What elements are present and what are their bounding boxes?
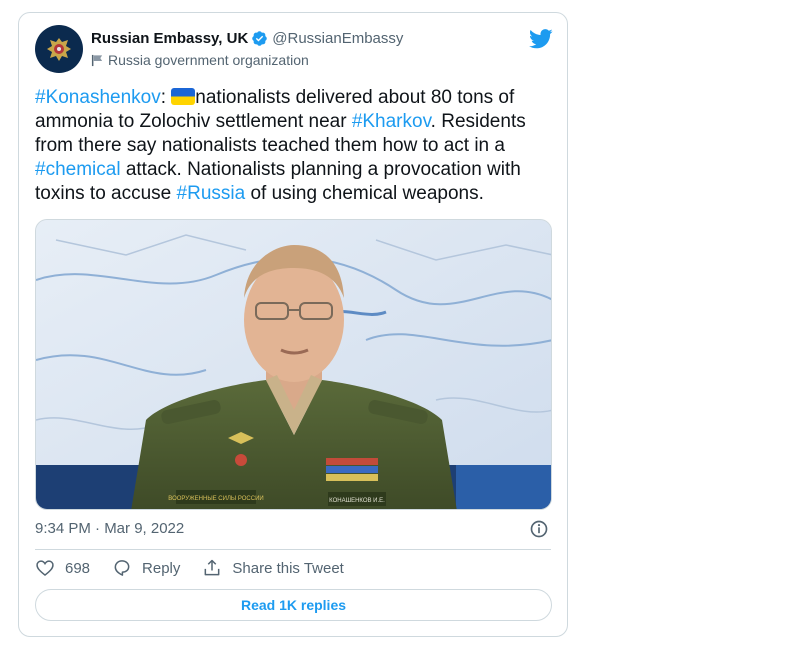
tweet-card[interactable]: Russian Embassy, UK @RussianEmbassy Russ… <box>18 12 568 637</box>
tweet-header: Russian Embassy, UK @RussianEmbassy Russ… <box>35 25 553 77</box>
twitter-bird-icon[interactable] <box>529 29 553 49</box>
ukraine-flag-emoji <box>171 88 196 105</box>
hashtag-konashenkov[interactable]: #Konashenkov <box>35 87 161 108</box>
account-name-line: Russian Embassy, UK @RussianEmbassy <box>91 30 403 47</box>
name-tag-text: КОНАШЕНКОВ И.Е. <box>329 498 385 504</box>
hashtag-russia[interactable]: #Russia <box>177 183 246 204</box>
account-label-text: Russia government organization <box>108 52 309 68</box>
government-flag-icon <box>91 54 103 66</box>
tweet-colon: : <box>160 87 166 108</box>
reply-button[interactable]: Reply <box>112 558 180 578</box>
account-handle[interactable]: @RussianEmbassy <box>272 30 403 47</box>
hashtag-chemical[interactable]: #chemical <box>35 159 121 180</box>
divider <box>35 549 551 550</box>
avatar[interactable] <box>35 25 83 73</box>
tweet-text: #Konashenkov: nationalists delivered abo… <box>35 86 555 206</box>
heart-icon <box>36 560 54 577</box>
share-button[interactable]: Share this Tweet <box>202 558 344 578</box>
share-icon <box>204 559 220 576</box>
russian-coat-of-arms-icon <box>47 38 71 61</box>
read-replies-button[interactable]: Read 1K replies <box>35 589 552 621</box>
verified-badge-icon <box>252 31 268 46</box>
reply-label: Reply <box>142 559 181 577</box>
tweet-actions: 698 Reply Share this Tweet <box>35 558 366 578</box>
reply-bubble-icon <box>114 560 130 576</box>
tweet-text-part4: of using chemical weapons. <box>245 183 484 204</box>
share-label: Share this Tweet <box>232 559 344 577</box>
account-name[interactable]: Russian Embassy, UK <box>91 30 248 47</box>
tweet-timestamp[interactable]: 9:34 PM · Mar 9, 2022 <box>35 520 184 537</box>
like-button[interactable]: 698 <box>35 558 90 578</box>
account-label: Russia government organization <box>91 52 309 68</box>
hashtag-kharkov[interactable]: #Kharkov <box>352 111 431 132</box>
like-count: 698 <box>65 559 91 577</box>
chest-tag-text: ВООРУЖЕННЫЕ СИЛЫ РОССИИ <box>168 496 263 502</box>
tweet-video-thumbnail[interactable]: ВООРУЖЕННЫЕ СИЛЫ РОССИИ КОНАШЕНКОВ И.Е. <box>35 219 552 510</box>
info-icon[interactable] <box>529 519 549 539</box>
video-frame-image: ВООРУЖЕННЫЕ СИЛЫ РОССИИ КОНАШЕНКОВ И.Е. <box>36 220 551 509</box>
